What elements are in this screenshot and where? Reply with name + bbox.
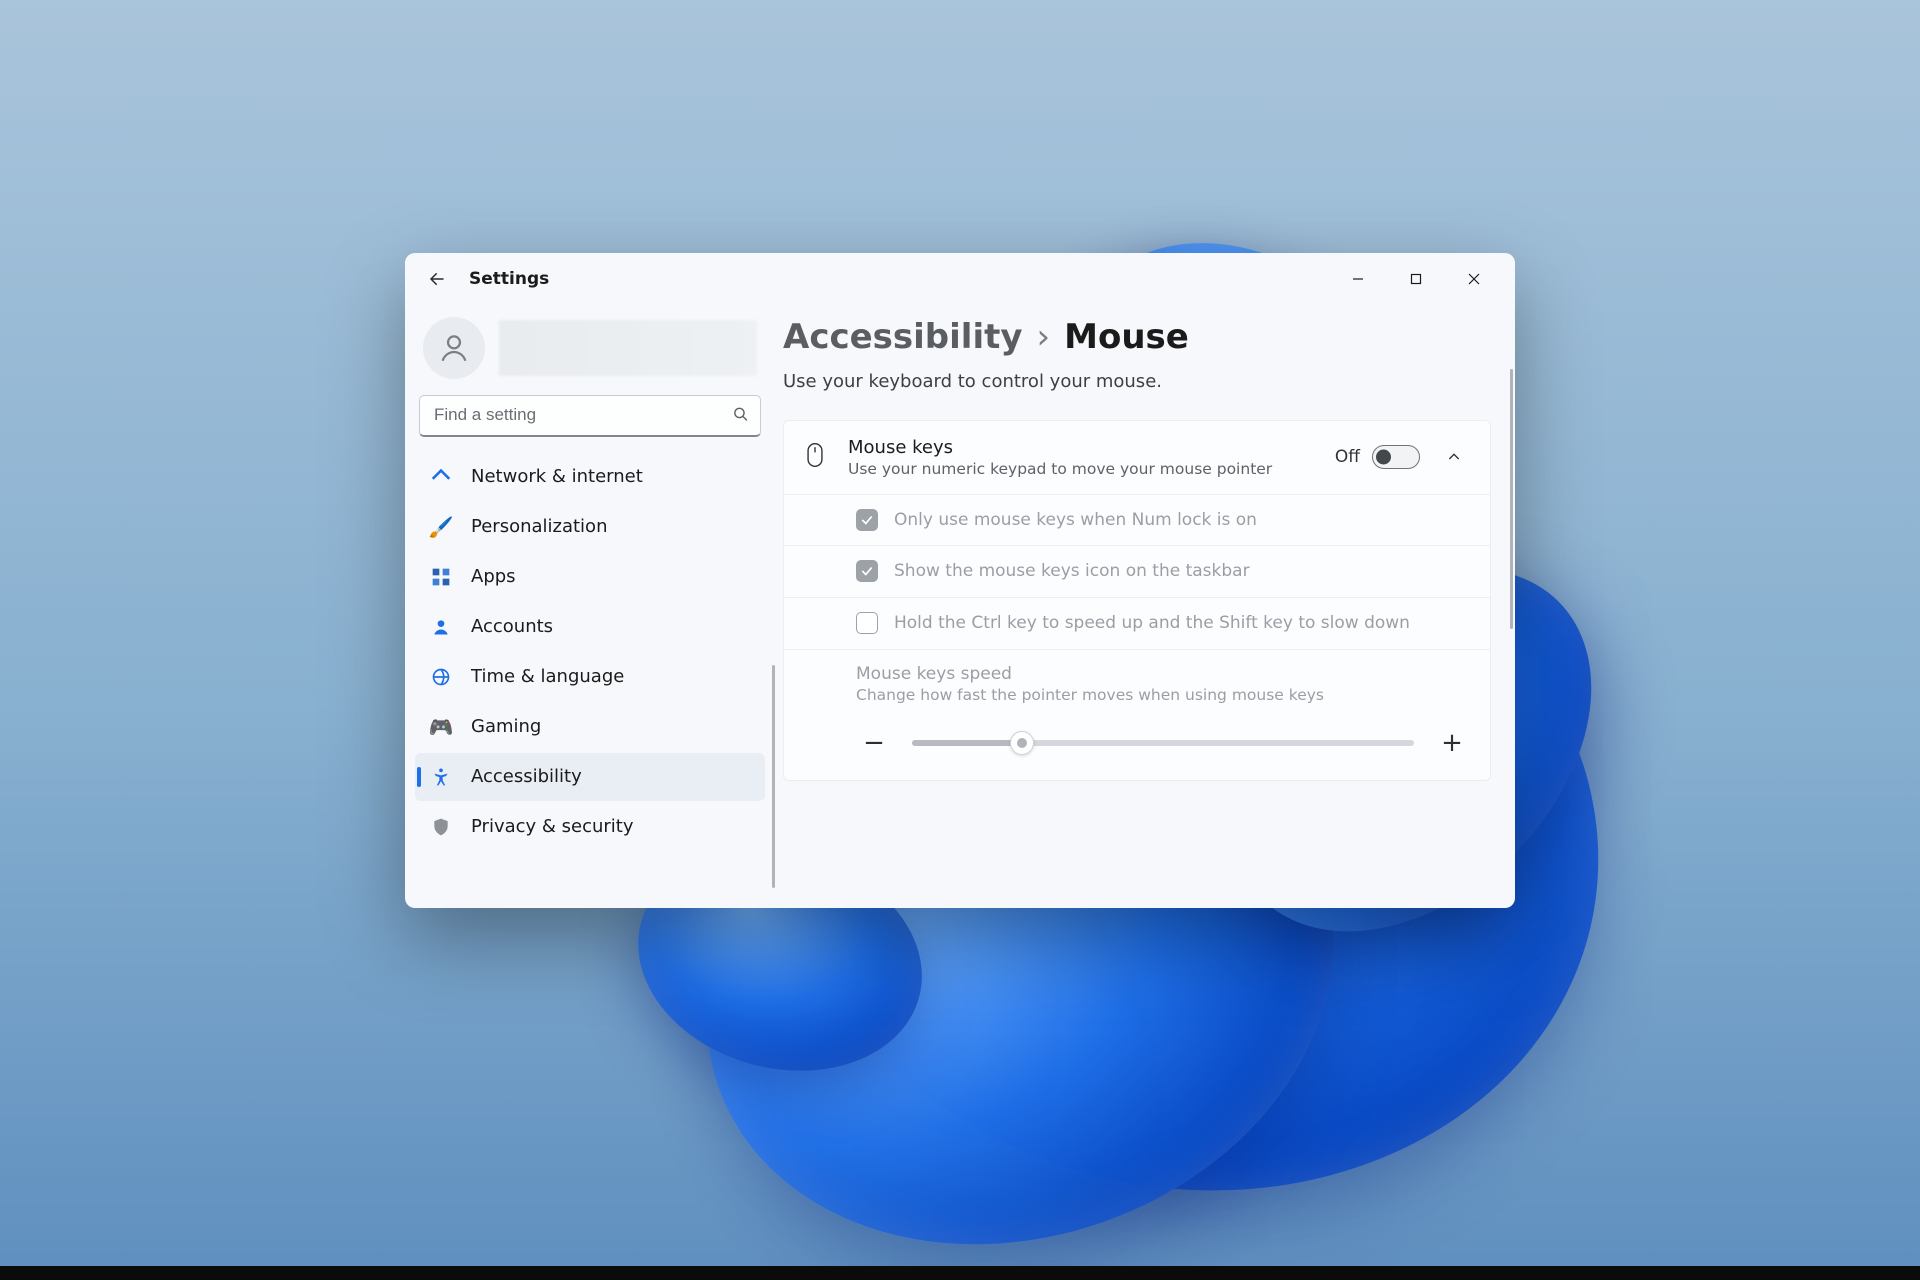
sidebar-item-privacy-security[interactable]: Privacy & security [415,803,765,851]
sidebar-item-gaming[interactable]: 🎮 Gaming [415,703,765,751]
sidebar-item-network-internet[interactable]: Network & internet [415,453,765,501]
accessibility-icon [429,765,453,789]
sidebar-item-label: Apps [471,566,516,587]
gamepad-icon: 🎮 [429,715,453,739]
mouse-keys-panel: Mouse keys Use your numeric keypad to mo… [783,420,1491,782]
sidebar-item-label: Gaming [471,716,541,737]
sidebar: Network & internet 🖌️ Personalization Ap… [405,305,775,908]
checkbox-ctrl-shift[interactable] [856,612,878,634]
option-ctrlshift-row: Hold the Ctrl key to speed up and the Sh… [784,597,1490,649]
apps-icon [429,565,453,589]
breadcrumb: Accessibility › Mouse [783,317,1491,357]
setting-title: Mouse keys speed [856,664,1470,684]
search-input[interactable] [419,395,761,437]
setting-desc: Change how fast the pointer moves when u… [856,686,1470,704]
profile-header[interactable] [415,313,765,385]
sidebar-item-label: Accessibility [471,766,582,787]
page-subtitle: Use your keyboard to control your mouse. [783,371,1491,392]
collapse-button[interactable] [1438,441,1470,473]
checkbox-label: Show the mouse keys icon on the taskbar [894,560,1250,583]
sidebar-item-label: Network & internet [471,466,643,487]
wifi-icon [429,465,453,489]
sidebar-item-label: Accounts [471,616,553,637]
checkbox-taskbar-icon[interactable] [856,560,878,582]
sidebar-item-label: Privacy & security [471,816,634,837]
mouse-keys-speed-row: Mouse keys speed Change how fast the poi… [784,649,1490,780]
increase-button[interactable]: + [1440,728,1464,758]
sidebar-item-apps[interactable]: Apps [415,553,765,601]
option-numlock-row: Only use mouse keys when Num lock is on [784,494,1490,546]
sidebar-item-personalization[interactable]: 🖌️ Personalization [415,503,765,551]
search-icon [732,405,749,426]
decrease-button[interactable]: − [862,728,886,758]
app-title: Settings [469,269,549,289]
maximize-button[interactable] [1387,259,1445,299]
breadcrumb-parent[interactable]: Accessibility [783,317,1023,357]
profile-name-redacted [499,320,757,376]
mouse-keys-row: Mouse keys Use your numeric keypad to mo… [784,421,1490,494]
back-button[interactable] [423,265,451,293]
checkbox-numlock[interactable] [856,509,878,531]
close-button[interactable] [1445,259,1503,299]
sidebar-item-label: Time & language [471,666,624,687]
mouse-icon [804,442,830,472]
sidebar-item-time-language[interactable]: Time & language [415,653,765,701]
mouse-keys-toggle[interactable] [1372,445,1420,469]
paintbrush-icon: 🖌️ [429,515,453,539]
setting-title: Mouse keys [848,437,1317,458]
titlebar: Settings [405,253,1515,305]
shield-icon [429,815,453,839]
setting-desc: Use your numeric keypad to move your mou… [848,460,1317,478]
page-title: Mouse [1064,317,1189,357]
checkbox-label: Only use mouse keys when Num lock is on [894,509,1257,532]
avatar [423,317,485,379]
settings-window: Settings [405,253,1515,908]
sidebar-item-label: Personalization [471,516,607,537]
clock-globe-icon [429,665,453,689]
content-scrollbar[interactable] [1510,369,1513,629]
checkbox-label: Hold the Ctrl key to speed up and the Sh… [894,612,1410,635]
chevron-right-icon: › [1037,317,1051,357]
minimize-button[interactable] [1329,259,1387,299]
toggle-state-label: Off [1335,447,1360,467]
sidebar-item-accessibility[interactable]: Accessibility [415,753,765,801]
option-taskbar-row: Show the mouse keys icon on the taskbar [784,545,1490,597]
sidebar-item-accounts[interactable]: Accounts [415,603,765,651]
content-pane: Accessibility › Mouse Use your keyboard … [775,305,1515,908]
speed-slider[interactable] [912,740,1414,746]
person-icon [429,615,453,639]
nav-list: Network & internet 🖌️ Personalization Ap… [415,447,765,898]
